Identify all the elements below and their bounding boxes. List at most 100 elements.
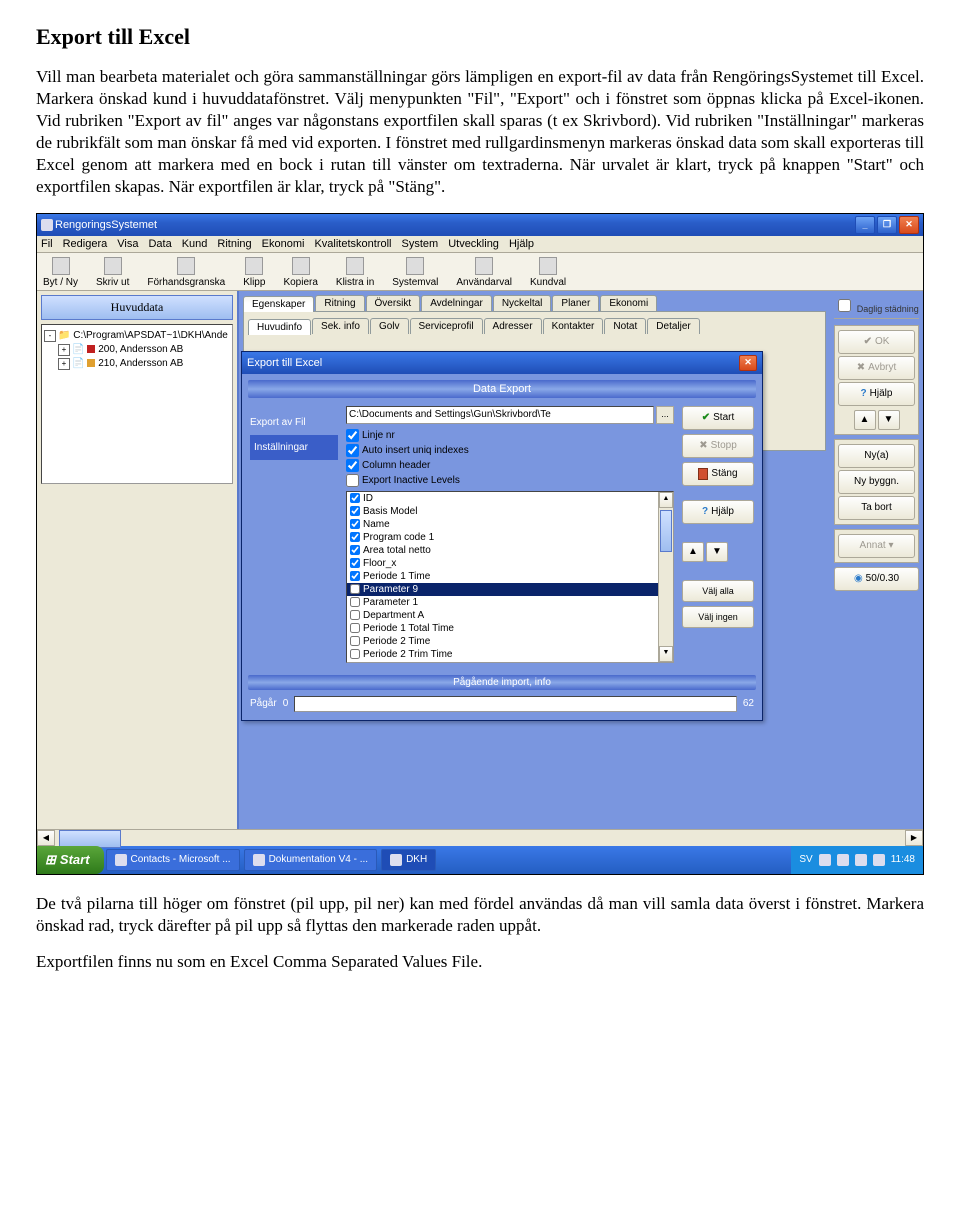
list-item[interactable]: Periode 1 Trim Time bbox=[347, 661, 673, 663]
list-item-checkbox[interactable] bbox=[350, 623, 360, 633]
list-item-checkbox[interactable] bbox=[350, 636, 360, 646]
menu-data[interactable]: Data bbox=[148, 238, 171, 250]
list-item-checkbox[interactable] bbox=[350, 519, 360, 529]
subtab-huvudinfo[interactable]: Huvudinfo bbox=[248, 319, 311, 335]
list-item[interactable]: Area total netto bbox=[347, 544, 673, 557]
list-item[interactable]: Name bbox=[347, 518, 673, 531]
start-button[interactable]: ✔Start bbox=[682, 406, 754, 430]
subtab-kontakter[interactable]: Kontakter bbox=[543, 318, 604, 334]
menu-utveckling[interactable]: Utveckling bbox=[448, 238, 499, 250]
move-down-button[interactable]: ▼ bbox=[706, 542, 728, 562]
tb-anvandarval[interactable]: Användarval bbox=[456, 257, 512, 288]
menu-ekonomi[interactable]: Ekonomi bbox=[262, 238, 305, 250]
tabort-button[interactable]: Ta bort bbox=[838, 496, 915, 520]
valj-alla-button[interactable]: Välj alla bbox=[682, 580, 754, 602]
tree-item-200[interactable]: +📄 200, Andersson AB bbox=[44, 343, 230, 357]
list-item[interactable]: Parameter 1 bbox=[347, 596, 673, 609]
subtab-adresser[interactable]: Adresser bbox=[484, 318, 542, 334]
move-up-button[interactable]: ▲ bbox=[682, 542, 704, 562]
hscroll-right-button[interactable]: ▶ bbox=[905, 830, 923, 846]
valj-ingen-button[interactable]: Välj ingen bbox=[682, 606, 754, 628]
tb-forhandsgranska[interactable]: Förhandsgranska bbox=[147, 257, 225, 288]
scroll-thumb[interactable] bbox=[660, 510, 672, 552]
tab-planer[interactable]: Planer bbox=[552, 295, 599, 311]
list-item-checkbox[interactable] bbox=[350, 506, 360, 516]
avbryt-button[interactable]: ✖Avbryt bbox=[838, 356, 915, 380]
start-menu-button[interactable]: ⊞Start bbox=[37, 846, 104, 874]
tab-ekonomi[interactable]: Ekonomi bbox=[600, 295, 657, 311]
tab-egenskaper[interactable]: Egenskaper bbox=[243, 296, 314, 312]
tab-oversikt[interactable]: Översikt bbox=[366, 295, 421, 311]
tb-bytny[interactable]: Byt / Ny bbox=[43, 257, 78, 288]
right-down-button[interactable]: ▼ bbox=[878, 410, 900, 430]
subtab-notat[interactable]: Notat bbox=[604, 318, 646, 334]
tray-lang[interactable]: SV bbox=[799, 854, 812, 865]
menu-kvalitet[interactable]: Kvalitetskontroll bbox=[314, 238, 391, 250]
tb-skrivut[interactable]: Skriv ut bbox=[96, 257, 129, 288]
list-item-checkbox[interactable] bbox=[350, 532, 360, 542]
list-item[interactable]: Floor_x bbox=[347, 557, 673, 570]
list-item-checkbox[interactable] bbox=[350, 545, 360, 555]
tb-klipp[interactable]: Klipp bbox=[243, 257, 265, 288]
list-item[interactable]: Periode 1 Total Time bbox=[347, 622, 673, 635]
menu-redigera[interactable]: Redigera bbox=[63, 238, 108, 250]
subtab-sekinfo[interactable]: Sek. info bbox=[312, 318, 369, 334]
list-item-checkbox[interactable] bbox=[350, 558, 360, 568]
tray-icon-1[interactable] bbox=[819, 854, 831, 866]
tb-systemval[interactable]: Systemval bbox=[392, 257, 438, 288]
scroll-down-button[interactable]: ▼ bbox=[659, 646, 673, 662]
chk-column-header[interactable] bbox=[346, 459, 359, 472]
menu-hjalp[interactable]: Hjälp bbox=[509, 238, 534, 250]
chk-linje-nr[interactable] bbox=[346, 429, 359, 442]
minimize-button[interactable]: _ bbox=[855, 216, 875, 234]
stopp-button[interactable]: ✖Stopp bbox=[682, 434, 754, 458]
list-item-checkbox[interactable] bbox=[350, 662, 360, 663]
menu-ritning[interactable]: Ritning bbox=[217, 238, 251, 250]
tray-icon-4[interactable] bbox=[873, 854, 885, 866]
list-item[interactable]: Department A bbox=[347, 609, 673, 622]
menu-visa[interactable]: Visa bbox=[117, 238, 138, 250]
list-item[interactable]: Basis Model bbox=[347, 505, 673, 518]
list-item[interactable]: Parameter 9 bbox=[347, 583, 673, 596]
tree-item-210[interactable]: +📄 210, Andersson AB bbox=[44, 357, 230, 371]
tray-icon-2[interactable] bbox=[837, 854, 849, 866]
list-item[interactable]: ID bbox=[347, 492, 673, 505]
tree-root[interactable]: -📁 C:\Program\APSDAT~1\DKH\Ande bbox=[44, 329, 230, 343]
hjalp-button[interactable]: ?Hjälp bbox=[682, 500, 754, 524]
restore-button[interactable]: ❐ bbox=[877, 216, 897, 234]
horizontal-scrollbar[interactable]: ◀ ▶ bbox=[37, 829, 923, 846]
dialog-close-button[interactable]: ✕ bbox=[739, 355, 757, 371]
nybyggn-button[interactable]: Ny byggn. bbox=[838, 470, 915, 494]
subtab-detaljer[interactable]: Detaljer bbox=[647, 318, 699, 334]
menu-system[interactable]: System bbox=[402, 238, 439, 250]
stang-button[interactable]: Stäng bbox=[682, 462, 754, 486]
annat-button[interactable]: Annat ▾ bbox=[838, 534, 915, 558]
tab-avdelningar[interactable]: Avdelningar bbox=[421, 295, 492, 311]
list-item-checkbox[interactable] bbox=[350, 610, 360, 620]
ok-button[interactable]: ✔OK bbox=[838, 330, 915, 354]
hscroll-thumb[interactable] bbox=[59, 830, 121, 848]
tab-nyckeltal[interactable]: Nyckeltal bbox=[493, 295, 552, 311]
hjalp-right-button[interactable]: ?Hjälp bbox=[838, 382, 915, 406]
ratio-button[interactable]: ◉ 50/0.30 bbox=[834, 567, 919, 591]
tab-ritning[interactable]: Ritning bbox=[315, 295, 364, 311]
close-button[interactable]: ✕ bbox=[899, 216, 919, 234]
chk-auto-uniq[interactable] bbox=[346, 444, 359, 457]
list-item[interactable]: Program code 1 bbox=[347, 531, 673, 544]
taskbar-item-dkh[interactable]: DKH bbox=[381, 849, 436, 871]
list-item-checkbox[interactable] bbox=[350, 493, 360, 503]
hscroll-left-button[interactable]: ◀ bbox=[37, 830, 55, 846]
taskbar-item-dokumentation[interactable]: Dokumentation V4 - ... bbox=[244, 849, 378, 871]
list-item-checkbox[interactable] bbox=[350, 649, 360, 659]
tray-icon-3[interactable] bbox=[855, 854, 867, 866]
browse-button[interactable]: ... bbox=[656, 406, 674, 424]
field-listbox[interactable]: IDBasis ModelNameProgram code 1Area tota… bbox=[346, 491, 674, 663]
tree[interactable]: -📁 C:\Program\APSDAT~1\DKH\Ande +📄 200, … bbox=[41, 324, 233, 484]
tb-kundval[interactable]: Kundval bbox=[530, 257, 566, 288]
list-item-checkbox[interactable] bbox=[350, 597, 360, 607]
menu-kund[interactable]: Kund bbox=[182, 238, 208, 250]
right-up-button[interactable]: ▲ bbox=[854, 410, 876, 430]
list-item-checkbox[interactable] bbox=[350, 571, 360, 581]
chk-export-inactive[interactable] bbox=[346, 474, 359, 487]
list-item[interactable]: Periode 2 Trim Time bbox=[347, 648, 673, 661]
